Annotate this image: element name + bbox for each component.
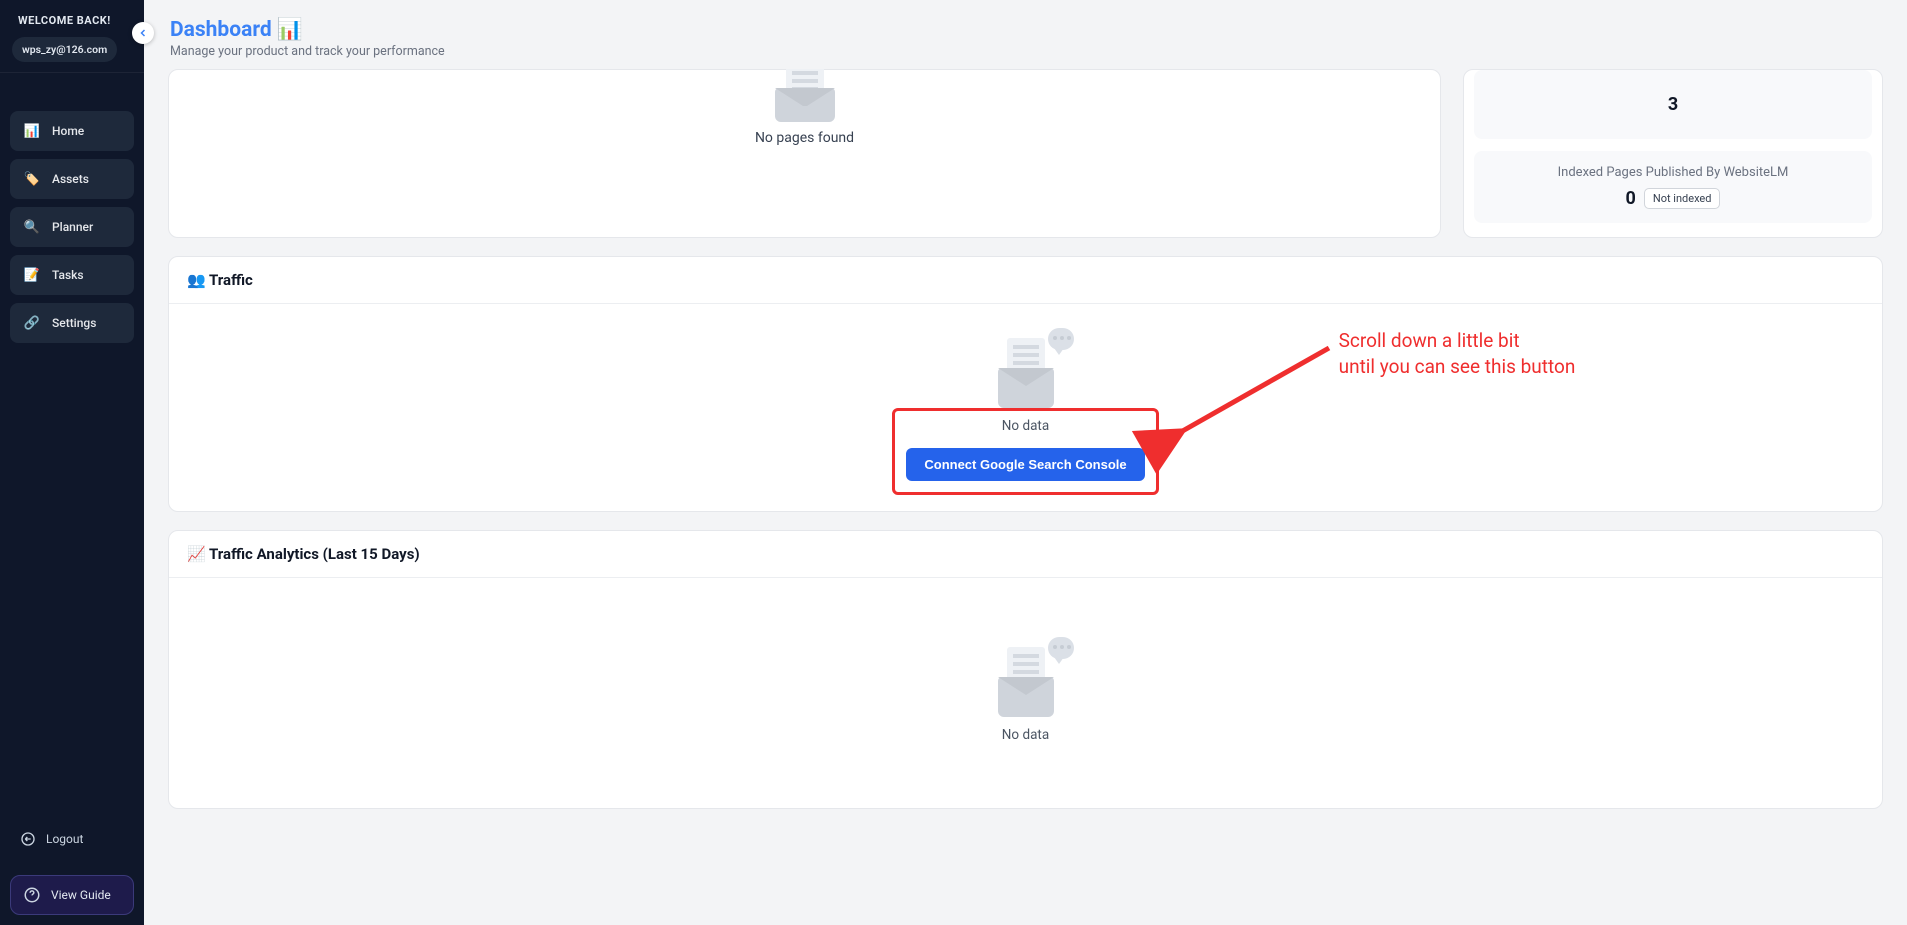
home-icon: 📊 bbox=[24, 123, 40, 139]
view-guide-label: View Guide bbox=[51, 888, 111, 902]
page-subtitle: Manage your product and track your perfo… bbox=[170, 44, 1881, 59]
sidebar-item-label: Settings bbox=[52, 316, 96, 330]
sidebar-item-settings[interactable]: 🔗 Settings bbox=[10, 303, 134, 343]
user-email-pill[interactable]: wps_zy@126.com bbox=[12, 37, 117, 62]
traffic-analytics-section: 📈 Traffic Analytics (Last 15 Days) No da… bbox=[168, 530, 1883, 809]
content-scroll[interactable]: No pages found 3 Indexed Pages Published… bbox=[144, 69, 1907, 925]
sidebar-item-label: Home bbox=[52, 124, 84, 138]
sidebar: WELCOME BACK! wps_zy@126.com 📊 Home 🏷️ A… bbox=[0, 0, 144, 925]
assets-icon: 🏷️ bbox=[24, 171, 40, 187]
empty-envelope-icon bbox=[984, 328, 1068, 408]
empty-inbox-icon bbox=[770, 78, 840, 122]
sidebar-item-assets[interactable]: 🏷️ Assets bbox=[10, 159, 134, 199]
stats-card: 3 Indexed Pages Published By WebsiteLM 0… bbox=[1463, 69, 1883, 238]
connect-google-search-console-button[interactable]: Connect Google Search Console bbox=[906, 448, 1144, 481]
empty-envelope-icon bbox=[984, 637, 1068, 717]
planner-icon: 🔍 bbox=[24, 219, 40, 235]
sidebar-item-label: Tasks bbox=[52, 268, 84, 282]
traffic-no-data-label: No data bbox=[1002, 418, 1049, 434]
analytics-no-data-label: No data bbox=[1002, 727, 1049, 743]
stat-block-1: 3 bbox=[1474, 70, 1872, 139]
logout-icon bbox=[20, 831, 36, 847]
analytics-body: No data bbox=[169, 578, 1882, 808]
main: Dashboard 📊 Manage your product and trac… bbox=[144, 0, 1907, 925]
logout-button[interactable]: Logout bbox=[10, 821, 134, 857]
page-title: Dashboard 📊 bbox=[170, 18, 1881, 42]
sidebar-item-label: Planner bbox=[52, 220, 93, 234]
analytics-title: 📈 Traffic Analytics (Last 15 Days) bbox=[187, 545, 1864, 563]
help-icon bbox=[23, 886, 41, 904]
sidebar-item-home[interactable]: 📊 Home bbox=[10, 111, 134, 151]
stat1-value: 3 bbox=[1668, 94, 1678, 115]
stat2-label: Indexed Pages Published By WebsiteLM bbox=[1558, 165, 1789, 180]
analytics-section-header: 📈 Traffic Analytics (Last 15 Days) bbox=[169, 531, 1882, 578]
top-row: No pages found 3 Indexed Pages Published… bbox=[168, 69, 1883, 238]
pages-card: No pages found bbox=[168, 69, 1441, 238]
traffic-body: No data Connect Google Search Console bbox=[169, 304, 1882, 511]
stat2-value: 0 bbox=[1626, 188, 1636, 209]
traffic-title: 👥 Traffic bbox=[187, 271, 1864, 289]
traffic-section-header: 👥 Traffic bbox=[169, 257, 1882, 304]
sidebar-nav: 📊 Home 🏷️ Assets 🔍 Planner 📝 Tasks 🔗 Set… bbox=[0, 111, 144, 343]
page-header: Dashboard 📊 Manage your product and trac… bbox=[144, 0, 1907, 69]
stat-block-2: Indexed Pages Published By WebsiteLM 0 N… bbox=[1474, 151, 1872, 223]
no-pages-label: No pages found bbox=[755, 130, 854, 146]
welcome-label: WELCOME BACK! bbox=[12, 14, 132, 27]
sidebar-header: WELCOME BACK! wps_zy@126.com bbox=[0, 0, 144, 73]
traffic-section: 👥 Traffic No data Connect Google Search … bbox=[168, 256, 1883, 512]
not-indexed-badge: Not indexed bbox=[1644, 188, 1721, 209]
sidebar-item-label: Assets bbox=[52, 172, 89, 186]
sidebar-footer: Logout View Guide bbox=[0, 811, 144, 925]
view-guide-button[interactable]: View Guide bbox=[10, 875, 134, 915]
logout-label: Logout bbox=[46, 832, 83, 846]
settings-icon: 🔗 bbox=[24, 315, 40, 331]
sidebar-item-tasks[interactable]: 📝 Tasks bbox=[10, 255, 134, 295]
sidebar-item-planner[interactable]: 🔍 Planner bbox=[10, 207, 134, 247]
tasks-icon: 📝 bbox=[24, 267, 40, 283]
